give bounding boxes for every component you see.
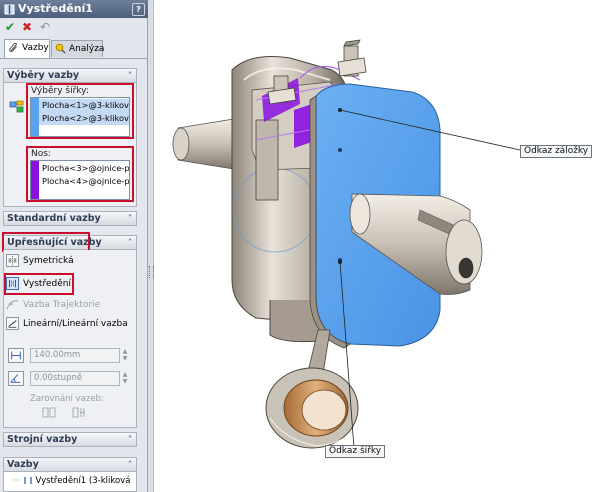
- cancel-button[interactable]: ✖: [22, 20, 32, 34]
- panel-title: Vystředění1: [18, 2, 93, 15]
- tab-reference-callout[interactable]: Odkaz záložky: [520, 145, 593, 158]
- width-selections-list[interactable]: Plocha<1>@3-kliková Plocha<2>@3-kliková: [30, 97, 130, 137]
- distance-input[interactable]: 140.00mm: [30, 348, 120, 363]
- tab-analysis-label: Analýza: [69, 44, 105, 54]
- list-item[interactable]: Plocha<3>@ojnice-po: [39, 162, 129, 175]
- width-mate-icon: [6, 277, 19, 290]
- panel-toolbar: ✔ ✖ ↶: [0, 18, 148, 36]
- section-mates-header[interactable]: Vazby ˄: [3, 457, 137, 472]
- tab-selections-list[interactable]: Plocha<3>@ojnice-po Plocha<4>@ojnice-po: [30, 160, 130, 200]
- path-mate-label: Vazba Trajektorie: [23, 300, 101, 310]
- tab-reference-anchor-icon: [338, 108, 342, 112]
- paperclip-icon: [9, 42, 17, 53]
- section-standard-title: Standardní vazby: [7, 213, 101, 224]
- collapse-chevron-icon: ˄: [128, 238, 132, 247]
- expand-chevron-icon: ˅: [128, 214, 132, 223]
- distance-glyph-icon: [11, 351, 21, 360]
- width-selection-icon: [9, 100, 24, 113]
- path-mate-icon: [6, 300, 19, 310]
- width-reference-callout[interactable]: Odkaz šířky: [325, 445, 386, 458]
- section-mechanical-header[interactable]: Strojní vazby ˅: [3, 432, 137, 447]
- width-mate-icon: [4, 4, 15, 14]
- analysis-icon: [55, 43, 66, 54]
- tab-mates[interactable]: Vazby: [4, 39, 50, 58]
- mate-list-item-label: Vystředění1 (3-kliková: [35, 476, 131, 486]
- section-standard-header[interactable]: Standardní vazby ˅: [3, 211, 137, 226]
- angle-glyph-icon: [10, 374, 21, 383]
- tab-mates-label: Vazby: [22, 43, 49, 53]
- angle-spinner[interactable]: ▲ ▼: [121, 371, 129, 386]
- alignment-label: Zarovnání vazeb:: [30, 394, 104, 404]
- tree-connector: ···: [12, 476, 21, 486]
- linear-coupler-icon: [6, 317, 19, 330]
- ok-button[interactable]: ✔: [5, 20, 15, 34]
- mate-list-item[interactable]: ··· Vystředění1 (3-kliková: [12, 476, 130, 486]
- property-manager-panel: Vystředění1 ? ✔ ✖ ↶ Vazby Analýza Výběry…: [0, 0, 148, 492]
- collapse-chevron-icon: ˄: [128, 71, 132, 80]
- tab-selections-label: Nos:: [31, 149, 51, 159]
- list-item[interactable]: Plocha<4>@ojnice-po: [39, 175, 129, 188]
- symmetric-icon: [6, 254, 19, 267]
- help-button[interactable]: ?: [132, 3, 145, 16]
- width-mate-icon: [24, 477, 32, 484]
- section-mechanical-title: Strojní vazby: [7, 434, 78, 445]
- graphics-viewport[interactable]: Odkaz záložky Odkaz šířky: [155, 0, 600, 492]
- distance-spinner[interactable]: ▲ ▼: [121, 348, 129, 363]
- section-mates-title: Vazby: [7, 459, 39, 470]
- left-shaft[interactable]: [172, 117, 241, 171]
- angle-input[interactable]: 0.00stupně: [30, 371, 120, 386]
- panel-splitter[interactable]: [148, 0, 154, 492]
- width-reference-anchor-icon: [338, 260, 342, 264]
- panel-title-bar: Vystředění1 ?: [0, 0, 148, 18]
- path-mate-option[interactable]: Vazba Trajektorie: [6, 297, 100, 314]
- list-item[interactable]: Plocha<1>@3-kliková: [39, 99, 129, 112]
- advanced-header-highlight: [2, 232, 90, 252]
- panel-tabs: Vazby Analýza: [0, 38, 148, 59]
- symmetric-option[interactable]: Symetrická: [6, 253, 74, 270]
- width-color-swatch: [31, 98, 39, 136]
- nut-right[interactable]: [337, 39, 367, 77]
- splitter-grip[interactable]: [149, 266, 154, 278]
- collapse-chevron-icon: ˄: [128, 460, 132, 469]
- expand-chevron-icon: ˅: [128, 435, 132, 444]
- linear-coupler-option[interactable]: Lineární/Lineární vazba: [6, 316, 128, 333]
- section-mates-body: ··· Vystředění1 (3-kliková: [3, 472, 137, 492]
- width-option[interactable]: Vystředění: [6, 276, 71, 293]
- width-selections-label: Výběry šířky:: [31, 86, 89, 96]
- crankshaft-assembly-model[interactable]: [155, 0, 600, 492]
- symmetric-label: Symetrická: [23, 256, 74, 266]
- aligned-icon[interactable]: [42, 406, 56, 419]
- distance-icon: [8, 348, 24, 363]
- anti-aligned-icon[interactable]: [72, 406, 86, 419]
- width-option-label: Vystředění: [23, 279, 71, 289]
- section-selections-header[interactable]: Výběry vazby ˄: [3, 68, 137, 83]
- angle-icon: [8, 371, 24, 386]
- tab-color-swatch: [31, 161, 39, 199]
- section-selections-title: Výběry vazby: [7, 70, 80, 81]
- linear-coupler-label: Lineární/Lineární vazba: [23, 319, 128, 329]
- undo-button[interactable]: ↶: [40, 20, 50, 34]
- tab-analysis[interactable]: Analýza: [51, 40, 105, 57]
- list-item[interactable]: Plocha<2>@3-kliková: [39, 112, 129, 125]
